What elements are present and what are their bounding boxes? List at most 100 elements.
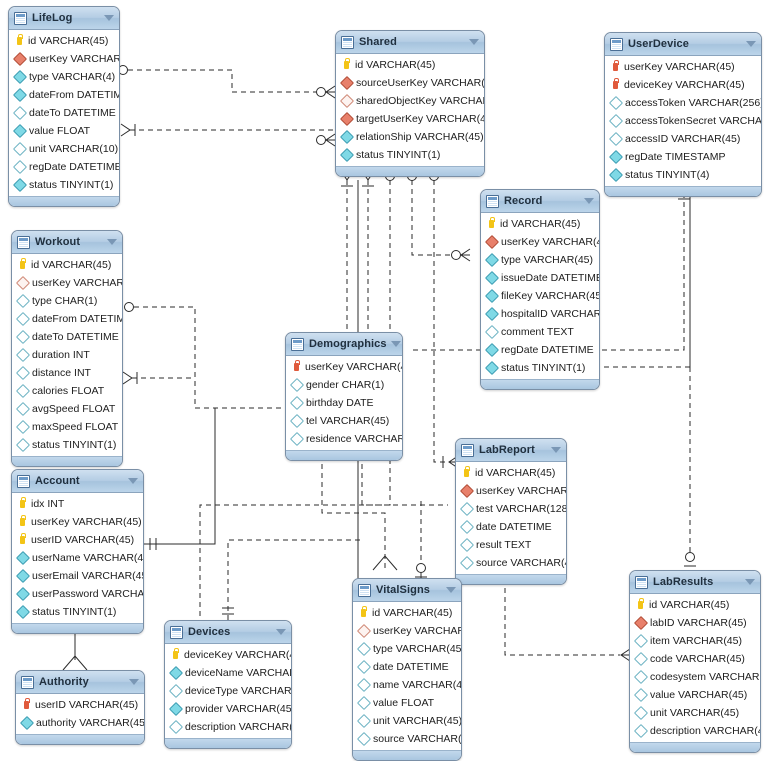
column-row[interactable]: avgSpeed FLOAT <box>12 400 122 418</box>
column-row[interactable]: userKey VARCHAR(45) <box>353 622 461 640</box>
column-row[interactable]: residence VARCHAR(45) <box>286 430 402 448</box>
column-row[interactable]: userPassword VARCHAR(45) <box>12 585 143 603</box>
table-userdevice[interactable]: UserDevice userKey VARCHAR(45) deviceKey V… <box>604 32 762 197</box>
table-record[interactable]: Record id VARCHAR(45) userKey VARCHAR(45) t… <box>480 189 600 390</box>
column-row[interactable]: sharedObjectKey VARCHAR(45) <box>336 92 484 110</box>
column-row[interactable]: regDate DATETIME <box>481 341 599 359</box>
column-row[interactable]: value FLOAT <box>353 694 461 712</box>
column-row[interactable]: userName VARCHAR(45) <box>12 549 143 567</box>
table-header-workout[interactable]: Workout <box>12 231 122 254</box>
column-row[interactable]: userKey VARCHAR(45) <box>286 358 402 376</box>
column-row[interactable]: type VARCHAR(45) <box>481 251 599 269</box>
table-header-labresults[interactable]: LabResults <box>630 571 760 594</box>
table-vitalsigns[interactable]: VitalSigns id VARCHAR(45) userKey VARCHAR(… <box>352 578 462 761</box>
column-row[interactable]: maxSpeed FLOAT <box>12 418 122 436</box>
column-row[interactable]: userKey VARCHAR(45) <box>12 274 122 292</box>
column-row[interactable]: status TINYINT(1) <box>12 603 143 621</box>
column-row[interactable]: calories FLOAT <box>12 382 122 400</box>
column-row[interactable]: relationShip VARCHAR(45) <box>336 128 484 146</box>
chevron-down-icon[interactable] <box>745 579 755 585</box>
table-header-account[interactable]: Account <box>12 470 143 493</box>
column-row[interactable]: deviceKey VARCHAR(45) <box>165 646 291 664</box>
column-row[interactable]: id VARCHAR(45) <box>336 56 484 74</box>
column-row[interactable]: value VARCHAR(45) <box>630 686 760 704</box>
column-row[interactable]: description VARCHAR(45) <box>630 722 760 740</box>
chevron-down-icon[interactable] <box>128 478 138 484</box>
column-row[interactable]: type CHAR(1) <box>12 292 122 310</box>
column-row[interactable]: status TINYINT(4) <box>605 166 761 184</box>
chevron-down-icon[interactable] <box>446 587 456 593</box>
column-row[interactable]: result TEXT <box>456 536 566 554</box>
column-row[interactable]: id VARCHAR(45) <box>630 596 760 614</box>
column-row[interactable]: deviceType VARCHAR(45) <box>165 682 291 700</box>
table-lifelog[interactable]: LifeLog id VARCHAR(45) userKey VARCHAR(45)… <box>8 6 120 207</box>
column-row[interactable]: tel VARCHAR(45) <box>286 412 402 430</box>
column-row[interactable]: status TINYINT(1) <box>481 359 599 377</box>
table-account[interactable]: Account idx INT userKey VARCHAR(45) userID … <box>11 469 144 634</box>
table-demographics[interactable]: Demographics userKey VARCHAR(45) gender CH… <box>285 332 403 461</box>
column-row[interactable]: accessToken VARCHAR(256) <box>605 94 761 112</box>
column-row[interactable]: status TINYINT(1) <box>9 176 119 194</box>
column-row[interactable]: id VARCHAR(45) <box>9 32 119 50</box>
column-row[interactable]: type VARCHAR(45) <box>353 640 461 658</box>
column-row[interactable]: targetUserKey VARCHAR(45) <box>336 110 484 128</box>
column-row[interactable]: id VARCHAR(45) <box>456 464 566 482</box>
column-row[interactable]: deviceName VARCHAR(45) <box>165 664 291 682</box>
column-row[interactable]: name VARCHAR(45) <box>353 676 461 694</box>
column-row[interactable]: fileKey VARCHAR(45) <box>481 287 599 305</box>
table-workout[interactable]: Workout id VARCHAR(45) userKey VARCHAR(45)… <box>11 230 123 467</box>
column-row[interactable]: test VARCHAR(128) <box>456 500 566 518</box>
table-header-lifelog[interactable]: LifeLog <box>9 7 119 30</box>
column-row[interactable]: id VARCHAR(45) <box>12 256 122 274</box>
chevron-down-icon[interactable] <box>551 447 561 453</box>
column-row[interactable]: source VARCHAR(45) <box>353 730 461 748</box>
table-header-authority[interactable]: Authority <box>16 671 144 694</box>
table-header-devices[interactable]: Devices <box>165 621 291 644</box>
column-row[interactable]: userKey VARCHAR(45) <box>12 513 143 531</box>
column-row[interactable]: status TINYINT(1) <box>12 436 122 454</box>
table-header-labreport[interactable]: LabReport <box>456 439 566 462</box>
table-header-demographics[interactable]: Demographics <box>286 333 402 356</box>
column-row[interactable]: regDate DATETIME <box>9 158 119 176</box>
column-row[interactable]: date DATETIME <box>456 518 566 536</box>
column-row[interactable]: dateTo DATETIME <box>9 104 119 122</box>
column-row[interactable]: userID VARCHAR(45) <box>12 531 143 549</box>
table-shared[interactable]: Shared id VARCHAR(45) sourceUserKey VARCHA… <box>335 30 485 177</box>
column-row[interactable]: userKey VARCHAR(45) <box>481 233 599 251</box>
column-row[interactable]: labID VARCHAR(45) <box>630 614 760 632</box>
column-row[interactable]: deviceKey VARCHAR(45) <box>605 76 761 94</box>
column-row[interactable]: id VARCHAR(45) <box>353 604 461 622</box>
column-row[interactable]: userEmail VARCHAR(45) <box>12 567 143 585</box>
column-row[interactable]: item VARCHAR(45) <box>630 632 760 650</box>
table-header-vitalsigns[interactable]: VitalSigns <box>353 579 461 602</box>
column-row[interactable]: dateFrom DATETIME <box>9 86 119 104</box>
column-row[interactable]: duration INT <box>12 346 122 364</box>
column-row[interactable]: status TINYINT(1) <box>336 146 484 164</box>
column-row[interactable]: source VARCHAR(45) <box>456 554 566 572</box>
column-row[interactable]: birthday DATE <box>286 394 402 412</box>
chevron-down-icon[interactable] <box>104 15 114 21</box>
chevron-down-icon[interactable] <box>469 39 479 45</box>
column-row[interactable]: issueDate DATETIME <box>481 269 599 287</box>
column-row[interactable]: dateFrom DATETIME <box>12 310 122 328</box>
chevron-down-icon[interactable] <box>390 341 401 347</box>
column-row[interactable]: gender CHAR(1) <box>286 376 402 394</box>
column-row[interactable]: regDate TIMESTAMP <box>605 148 761 166</box>
column-row[interactable]: type VARCHAR(4) <box>9 68 119 86</box>
table-header-record[interactable]: Record <box>481 190 599 213</box>
column-row[interactable]: hospitalID VARCHAR(45) <box>481 305 599 323</box>
chevron-down-icon[interactable] <box>746 41 756 47</box>
column-row[interactable]: accessTokenSecret VARCHAR(256) <box>605 112 761 130</box>
column-row[interactable]: comment TEXT <box>481 323 599 341</box>
column-row[interactable]: value FLOAT <box>9 122 119 140</box>
column-row[interactable]: unit VARCHAR(45) <box>353 712 461 730</box>
column-row[interactable]: distance INT <box>12 364 122 382</box>
column-row[interactable]: codesystem VARCHAR(45) <box>630 668 760 686</box>
table-header-userdevice[interactable]: UserDevice <box>605 33 761 56</box>
chevron-down-icon[interactable] <box>584 198 594 204</box>
column-row[interactable]: userKey VARCHAR(45) <box>456 482 566 500</box>
table-labreport[interactable]: LabReport id VARCHAR(45) userKey VARCHAR(4… <box>455 438 567 585</box>
table-devices[interactable]: Devices deviceKey VARCHAR(45) deviceName V… <box>164 620 292 749</box>
column-row[interactable]: date DATETIME <box>353 658 461 676</box>
column-row[interactable]: unit VARCHAR(45) <box>630 704 760 722</box>
